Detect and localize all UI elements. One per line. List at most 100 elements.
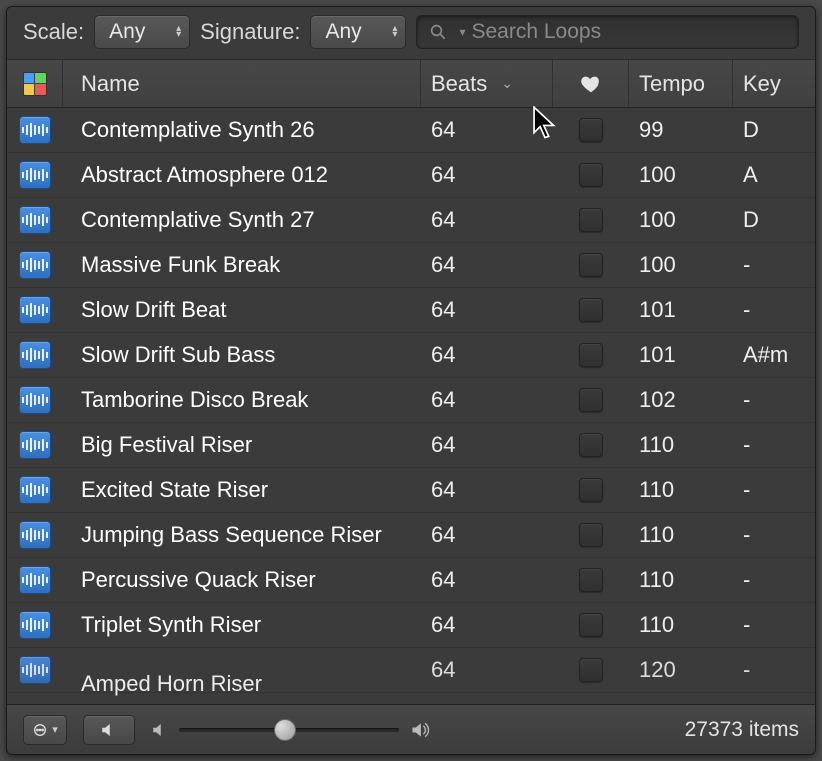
scale-label: Scale: bbox=[23, 19, 84, 45]
name-column-label: Name bbox=[81, 71, 140, 97]
loop-tempo: 100 bbox=[639, 162, 676, 188]
loop-row[interactable]: Excited State Riser 64 110 - bbox=[7, 468, 815, 513]
loop-name: Tamborine Disco Break bbox=[81, 387, 308, 413]
audio-loop-icon bbox=[19, 476, 51, 504]
loop-beats: 64 bbox=[431, 657, 455, 683]
loop-key: - bbox=[743, 252, 750, 278]
chevron-down-icon: ▾ bbox=[52, 723, 58, 736]
loop-key: - bbox=[743, 567, 750, 593]
volume-thumb[interactable] bbox=[274, 719, 296, 741]
loop-key: - bbox=[743, 612, 750, 638]
loop-name: Excited State Riser bbox=[81, 477, 268, 503]
audio-loop-icon bbox=[19, 386, 51, 414]
favorite-checkbox[interactable] bbox=[579, 658, 603, 682]
favorite-checkbox[interactable] bbox=[579, 478, 603, 502]
name-column-header[interactable]: Name bbox=[63, 60, 421, 107]
loop-key: - bbox=[743, 657, 750, 683]
favorite-checkbox[interactable] bbox=[579, 388, 603, 412]
loop-name: Jumping Bass Sequence Riser bbox=[81, 522, 382, 548]
column-header-row: Name Beats ⌄ Tempo Key bbox=[7, 60, 815, 108]
search-icon bbox=[429, 23, 447, 41]
loop-row[interactable]: Tamborine Disco Break 64 102 - bbox=[7, 378, 815, 423]
loop-key: - bbox=[743, 432, 750, 458]
favorite-checkbox[interactable] bbox=[579, 298, 603, 322]
favorite-checkbox[interactable] bbox=[579, 163, 603, 187]
speaker-icon bbox=[98, 721, 120, 739]
loop-name: Slow Drift Beat bbox=[81, 297, 227, 323]
audio-loop-icon bbox=[19, 341, 51, 369]
loop-tempo: 110 bbox=[639, 522, 674, 548]
sort-descending-icon: ⌄ bbox=[501, 75, 513, 92]
loop-row[interactable]: Percussive Quack Riser 64 110 - bbox=[7, 558, 815, 603]
loop-row[interactable]: Abstract Atmosphere 012 64 100 A bbox=[7, 153, 815, 198]
loop-row[interactable]: Jumping Bass Sequence Riser 64 110 - bbox=[7, 513, 815, 558]
favorite-column-header[interactable] bbox=[553, 60, 629, 107]
audio-loop-icon bbox=[19, 206, 51, 234]
loop-row[interactable]: Contemplative Synth 27 64 100 D bbox=[7, 198, 815, 243]
favorite-checkbox[interactable] bbox=[579, 613, 603, 637]
scale-select[interactable]: Any ▴▾ bbox=[94, 15, 190, 49]
audio-loop-icon bbox=[19, 161, 51, 189]
favorite-checkbox[interactable] bbox=[579, 253, 603, 277]
loop-key: - bbox=[743, 522, 750, 548]
preview-play-button[interactable] bbox=[83, 715, 135, 745]
loop-beats: 64 bbox=[431, 207, 455, 233]
loop-beats: 64 bbox=[431, 612, 455, 638]
loop-key: A#m bbox=[743, 342, 788, 368]
stepper-icon: ▴▾ bbox=[392, 26, 397, 38]
signature-select[interactable]: Any ▴▾ bbox=[310, 15, 406, 49]
search-input[interactable]: ▾ Search Loops bbox=[416, 15, 799, 49]
favorite-checkbox[interactable] bbox=[579, 523, 603, 547]
loop-name: Contemplative Synth 27 bbox=[81, 207, 315, 233]
more-actions-button[interactable]: ▾ bbox=[23, 715, 67, 745]
loop-name: Big Festival Riser bbox=[81, 432, 252, 458]
grid-view-icon bbox=[23, 72, 47, 96]
favorite-checkbox[interactable] bbox=[579, 343, 603, 367]
favorite-checkbox[interactable] bbox=[579, 118, 603, 142]
ellipsis-icon bbox=[32, 722, 48, 738]
audio-loop-icon bbox=[19, 611, 51, 639]
loop-key: - bbox=[743, 477, 750, 503]
favorite-checkbox[interactable] bbox=[579, 433, 603, 457]
volume-control bbox=[151, 720, 431, 740]
tempo-column-label: Tempo bbox=[639, 71, 705, 97]
loop-key: A bbox=[743, 162, 758, 188]
search-placeholder: Search Loops bbox=[471, 20, 601, 44]
loop-row[interactable]: Slow Drift Sub Bass 64 101 A#m bbox=[7, 333, 815, 378]
loop-tempo: 110 bbox=[639, 612, 674, 638]
loop-name: Abstract Atmosphere 012 bbox=[81, 162, 328, 188]
loop-row[interactable]: Triplet Synth Riser 64 110 - bbox=[7, 603, 815, 648]
loop-tempo: 99 bbox=[639, 117, 663, 143]
loop-row[interactable]: Amped Horn Riser 64 120 - bbox=[7, 648, 815, 693]
loop-tempo: 101 bbox=[639, 297, 676, 323]
loop-tempo: 100 bbox=[639, 207, 676, 233]
loop-row[interactable]: Big Festival Riser 64 110 - bbox=[7, 423, 815, 468]
audio-loop-icon bbox=[19, 251, 51, 279]
filter-bar: Scale: Any ▴▾ Signature: Any ▴▾ ▾ Search… bbox=[7, 7, 815, 60]
loop-list[interactable]: Contemplative Synth 26 64 99 D Abstract … bbox=[7, 108, 815, 704]
beats-column-header[interactable]: Beats ⌄ bbox=[421, 60, 553, 107]
loop-beats: 64 bbox=[431, 162, 455, 188]
key-column-header[interactable]: Key bbox=[733, 60, 815, 107]
loop-key: - bbox=[743, 297, 750, 323]
loop-tempo: 101 bbox=[639, 342, 676, 368]
loop-row[interactable]: Slow Drift Beat 64 101 - bbox=[7, 288, 815, 333]
loop-tempo: 110 bbox=[639, 567, 674, 593]
loop-beats: 64 bbox=[431, 252, 455, 278]
audio-loop-icon bbox=[19, 566, 51, 594]
loop-tempo: 120 bbox=[639, 657, 676, 683]
favorite-checkbox[interactable] bbox=[579, 208, 603, 232]
view-mode-column[interactable] bbox=[7, 60, 63, 107]
loop-key: D bbox=[743, 207, 759, 233]
loop-tempo: 102 bbox=[639, 387, 676, 413]
loop-name: Percussive Quack Riser bbox=[81, 567, 316, 593]
heart-icon bbox=[580, 73, 602, 95]
loop-row[interactable]: Contemplative Synth 26 64 99 D bbox=[7, 108, 815, 153]
signature-label: Signature: bbox=[200, 19, 300, 45]
favorite-checkbox[interactable] bbox=[579, 568, 603, 592]
loop-name: Contemplative Synth 26 bbox=[81, 117, 315, 143]
volume-slider[interactable] bbox=[179, 728, 399, 732]
loop-row[interactable]: Massive Funk Break 64 100 - bbox=[7, 243, 815, 288]
loop-beats: 64 bbox=[431, 567, 455, 593]
tempo-column-header[interactable]: Tempo bbox=[629, 60, 733, 107]
